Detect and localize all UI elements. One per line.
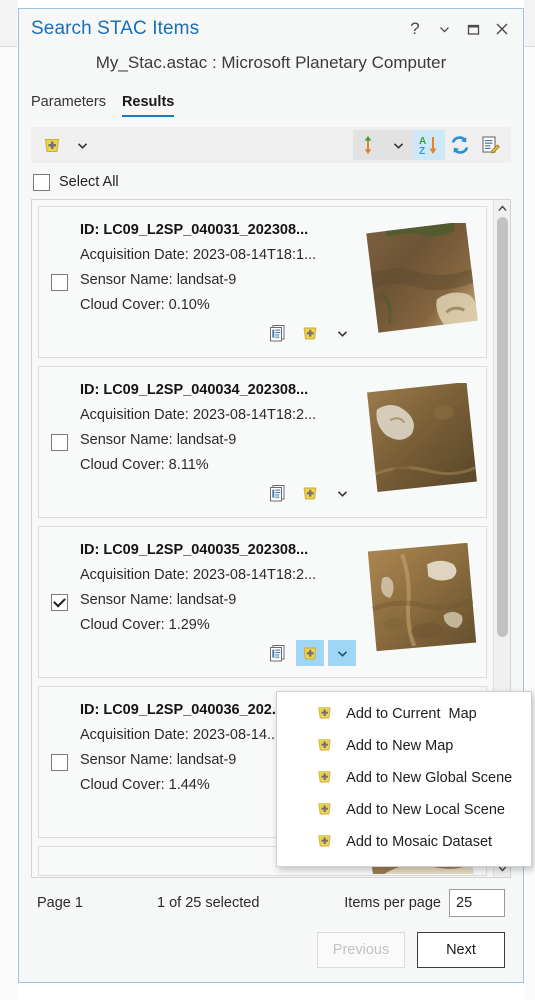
result-acquisition-date: Acquisition Date: 2023-08-14T18:1...	[80, 247, 317, 263]
pagination-info-row: Page 1 1 of 25 selected Items per page	[37, 888, 505, 918]
result-metadata-icon[interactable]	[264, 640, 292, 666]
result-cloud-cover: Cloud Cover: 1.29%	[80, 617, 210, 633]
result-thumbnail	[366, 223, 478, 341]
menu-item-label: Add to New Global Scene	[346, 770, 513, 786]
chevron-down-icon[interactable]	[431, 16, 457, 42]
tab-results[interactable]: Results	[121, 94, 175, 117]
backdrop-strip	[120, 986, 420, 1000]
refresh-icon[interactable]	[445, 130, 475, 160]
result-add-to-map-button[interactable]	[296, 480, 324, 506]
result-card-actions	[80, 480, 362, 506]
result-card-actions	[80, 640, 362, 666]
close-icon[interactable]	[489, 16, 515, 42]
window-title: Search STAC Items	[31, 18, 200, 39]
select-all-row[interactable]: Select All	[19, 163, 523, 199]
result-details: ID: LC09_L2SP_040035_202308... Acquisiti…	[80, 538, 362, 666]
result-acquisition-date: Acquisition Date: 2023-08-14T18:2...	[80, 407, 317, 423]
svg-text:Z: Z	[419, 146, 425, 157]
backdrop-strip	[0, 47, 18, 1000]
dialog-tabs: Parameters Results	[19, 83, 523, 117]
pagination-buttons-row: Previous Next	[37, 932, 505, 968]
menu-item-label: Add to New Local Scene	[346, 802, 505, 818]
menu-item-add-to-mosaic-dataset[interactable]: Add to Mosaic Dataset	[277, 826, 531, 858]
edit-metadata-icon[interactable]	[475, 130, 505, 160]
result-card-actions	[80, 320, 362, 346]
items-per-page-input[interactable]	[449, 889, 505, 917]
menu-item-label: Add to Mosaic Dataset	[346, 834, 493, 850]
result-details: ID: LC09_L2SP_040031_202308... Acquisiti…	[80, 218, 362, 346]
scrollbar-thumb[interactable]	[497, 217, 508, 637]
result-acquisition-date: Acquisition Date: 2023-08-14T18:2...	[80, 567, 317, 583]
result-card[interactable]: ID: LC09_L2SP_040034_202308... Acquisiti…	[38, 366, 487, 518]
result-add-dropdown-chevron-icon[interactable]	[328, 640, 356, 666]
result-checkbox[interactable]	[51, 433, 68, 451]
help-icon[interactable]: ?	[402, 16, 428, 42]
backdrop-strip	[524, 0, 535, 46]
result-card[interactable]: ID: LC09_L2SP_040031_202308... Acquisiti…	[38, 206, 487, 358]
result-add-dropdown-chevron-icon[interactable]	[328, 480, 356, 506]
result-checkbox[interactable]	[51, 753, 68, 771]
results-footer: Page 1 1 of 25 selected Items per page P…	[19, 878, 523, 982]
select-all-checkbox[interactable]	[33, 173, 50, 191]
result-add-to-map-button[interactable]	[296, 640, 324, 666]
toolbar-add-dropdown-chevron-icon[interactable]	[67, 130, 97, 160]
result-sensor-name: Sensor Name: landsat-9	[80, 592, 237, 608]
result-id: ID: LC09_L2SP_040031_202308...	[80, 222, 309, 238]
result-cloud-cover: Cloud Cover: 8.11%	[80, 457, 209, 473]
add-to-map-dropdown-menu[interactable]: Add to Current Map Add to New Map Add to…	[276, 691, 532, 867]
results-toolbar: A Z	[31, 127, 511, 163]
result-thumbnail	[366, 543, 478, 661]
tab-parameters[interactable]: Parameters	[31, 94, 106, 117]
sort-az-button[interactable]: A Z	[413, 130, 445, 160]
result-cloud-cover: Cloud Cover: 0.10%	[80, 297, 210, 313]
sort-direction-dropdown-chevron-icon[interactable]	[383, 130, 413, 160]
result-checkbox[interactable]	[51, 273, 68, 291]
select-all-label: Select All	[59, 174, 119, 190]
result-card[interactable]: ID: LC09_L2SP_040035_202308... Acquisiti…	[38, 526, 487, 678]
stac-source-subtitle: My_Stac.astac : Microsoft Planetary Comp…	[95, 53, 447, 72]
next-button[interactable]: Next	[417, 932, 505, 968]
page-label: Page 1	[37, 895, 83, 911]
result-add-dropdown-chevron-icon[interactable]	[328, 320, 356, 346]
result-details: ID: LC09_L2SP_040034_202308... Acquisiti…	[80, 378, 362, 506]
previous-button[interactable]: Previous	[317, 932, 405, 968]
result-id: ID: LC09_L2SP_040035_202308...	[80, 542, 309, 558]
add-to-map-icon	[291, 815, 334, 870]
result-add-to-map-button[interactable]	[296, 320, 324, 346]
menu-item-label: Add to New Map	[346, 738, 454, 754]
backdrop-strip	[0, 0, 18, 46]
window-controls: ?	[402, 16, 515, 42]
result-sensor-name: Sensor Name: landsat-9	[80, 272, 237, 288]
sort-direction-button[interactable]	[353, 130, 383, 160]
scroll-up-chevron-icon[interactable]	[494, 200, 511, 217]
result-sensor-name: Sensor Name: landsat-9	[80, 432, 237, 448]
selection-count-label: 1 of 25 selected	[157, 895, 260, 911]
result-id: ID: LC09_L2SP_040034_202308...	[80, 382, 309, 398]
dialog-titlebar: Search STAC Items ?	[19, 9, 523, 49]
toolbar-add-to-map-button[interactable]	[37, 130, 67, 160]
result-metadata-icon[interactable]	[264, 480, 292, 506]
items-per-page-label: Items per page	[344, 895, 441, 911]
result-checkbox[interactable]	[51, 593, 68, 611]
menu-item-label: Add to Current Map	[346, 706, 477, 722]
result-metadata-icon[interactable]	[264, 320, 292, 346]
result-thumbnail	[366, 383, 478, 501]
maximize-icon[interactable]	[460, 16, 486, 42]
